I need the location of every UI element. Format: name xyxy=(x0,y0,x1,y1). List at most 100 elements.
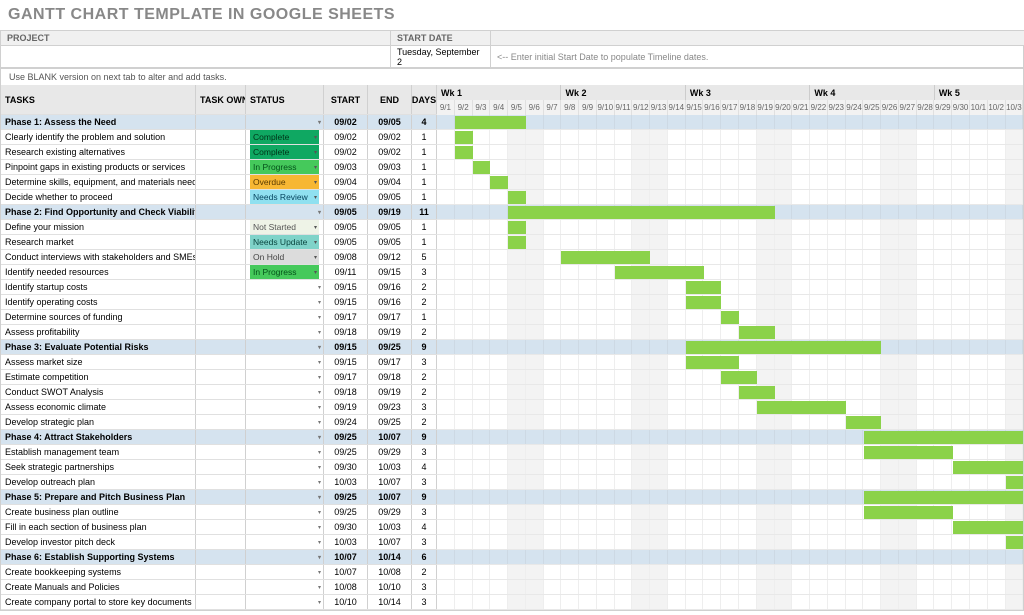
status-cell[interactable] xyxy=(246,580,324,594)
task-row[interactable]: Develop strategic plan09/2409/252 xyxy=(1,415,437,430)
start-cell[interactable]: 10/10 xyxy=(324,595,368,609)
status-cell[interactable]: Needs Update xyxy=(246,235,324,249)
gantt-bar[interactable] xyxy=(864,491,1023,504)
task-name[interactable]: Create business plan outline xyxy=(1,505,196,519)
status-cell[interactable]: In Progress xyxy=(246,160,324,174)
start-cell[interactable]: 09/25 xyxy=(324,505,368,519)
status-cell[interactable]: Complete xyxy=(246,130,324,144)
task-owner-cell[interactable] xyxy=(196,430,246,444)
gantt-bar[interactable] xyxy=(455,116,526,129)
end-cell[interactable]: 10/03 xyxy=(368,520,412,534)
task-name[interactable]: Phase 4: Attract Stakeholders xyxy=(1,430,196,444)
days-cell[interactable]: 2 xyxy=(412,370,437,384)
phase-row[interactable]: Phase 6: Establish Supporting Systems10/… xyxy=(1,550,437,565)
start-cell[interactable]: 09/30 xyxy=(324,460,368,474)
days-cell[interactable]: 4 xyxy=(412,115,437,129)
task-row[interactable]: Establish management team09/2509/293 xyxy=(1,445,437,460)
gantt-bar[interactable] xyxy=(686,281,722,294)
start-cell[interactable]: 09/02 xyxy=(324,130,368,144)
status-cell[interactable] xyxy=(246,385,324,399)
task-name[interactable]: Identify startup costs xyxy=(1,280,196,294)
task-name[interactable]: Conduct SWOT Analysis xyxy=(1,385,196,399)
end-cell[interactable]: 09/16 xyxy=(368,295,412,309)
start-cell[interactable]: 10/07 xyxy=(324,565,368,579)
task-name[interactable]: Estimate competition xyxy=(1,370,196,384)
status-cell[interactable]: Not Started xyxy=(246,220,324,234)
status-cell[interactable]: Needs Review xyxy=(246,190,324,204)
task-row[interactable]: Define your missionNot Started09/0509/05… xyxy=(1,220,437,235)
task-row[interactable]: Create business plan outline09/2509/293 xyxy=(1,505,437,520)
phase-row[interactable]: Phase 2: Find Opportunity and Check Viab… xyxy=(1,205,437,220)
task-owner-cell[interactable] xyxy=(196,385,246,399)
gantt-bar[interactable] xyxy=(721,371,757,384)
task-row[interactable]: Conduct SWOT Analysis09/1809/192 xyxy=(1,385,437,400)
status-cell[interactable]: Overdue xyxy=(246,175,324,189)
status-cell[interactable] xyxy=(246,505,324,519)
end-cell[interactable]: 10/14 xyxy=(368,595,412,609)
task-name[interactable]: Decide whether to proceed xyxy=(1,190,196,204)
status-cell[interactable] xyxy=(246,205,324,219)
task-owner-cell[interactable] xyxy=(196,460,246,474)
task-owner-cell[interactable] xyxy=(196,565,246,579)
status-badge[interactable]: Overdue xyxy=(250,175,319,189)
end-cell[interactable]: 10/07 xyxy=(368,535,412,549)
days-cell[interactable]: 4 xyxy=(412,520,437,534)
status-cell[interactable] xyxy=(246,565,324,579)
status-badge[interactable]: Needs Review xyxy=(250,190,319,204)
start-cell[interactable]: 09/17 xyxy=(324,370,368,384)
task-name[interactable]: Conduct interviews with stakeholders and… xyxy=(1,250,196,264)
status-badge[interactable]: In Progress xyxy=(250,160,319,174)
task-owner-cell[interactable] xyxy=(196,295,246,309)
days-cell[interactable]: 2 xyxy=(412,280,437,294)
start-cell[interactable]: 09/25 xyxy=(324,430,368,444)
task-owner-cell[interactable] xyxy=(196,520,246,534)
task-owner-cell[interactable] xyxy=(196,340,246,354)
start-cell[interactable]: 09/19 xyxy=(324,400,368,414)
start-cell[interactable]: 09/18 xyxy=(324,325,368,339)
task-owner-cell[interactable] xyxy=(196,595,246,609)
gantt-bar[interactable] xyxy=(1006,476,1023,489)
status-cell[interactable] xyxy=(246,355,324,369)
days-cell[interactable]: 3 xyxy=(412,505,437,519)
task-name[interactable]: Develop strategic plan xyxy=(1,415,196,429)
gantt-bar[interactable] xyxy=(686,341,882,354)
task-owner-cell[interactable] xyxy=(196,265,246,279)
days-cell[interactable]: 5 xyxy=(412,250,437,264)
gantt-bar[interactable] xyxy=(508,191,526,204)
gantt-bar[interactable] xyxy=(455,146,473,159)
task-name[interactable]: Create bookkeeping systems xyxy=(1,565,196,579)
start-cell[interactable]: 10/03 xyxy=(324,475,368,489)
start-cell[interactable]: 09/18 xyxy=(324,385,368,399)
end-cell[interactable]: 10/07 xyxy=(368,475,412,489)
phase-row[interactable]: Phase 1: Assess the Need09/0209/054 xyxy=(1,115,437,130)
end-cell[interactable]: 09/12 xyxy=(368,250,412,264)
task-row[interactable]: Develop investor pitch deck10/0310/073 xyxy=(1,535,437,550)
status-cell[interactable] xyxy=(246,550,324,564)
status-badge[interactable]: Not Started xyxy=(250,220,319,234)
days-cell[interactable]: 3 xyxy=(412,475,437,489)
startdate-input[interactable]: Tuesday, September 2 xyxy=(391,46,491,68)
start-cell[interactable]: 09/15 xyxy=(324,295,368,309)
gantt-bar[interactable] xyxy=(561,251,650,264)
start-cell[interactable]: 09/05 xyxy=(324,220,368,234)
status-cell[interactable] xyxy=(246,310,324,324)
end-cell[interactable]: 09/16 xyxy=(368,280,412,294)
task-row[interactable]: Seek strategic partnerships09/3010/034 xyxy=(1,460,437,475)
status-cell[interactable] xyxy=(246,490,324,504)
task-owner-cell[interactable] xyxy=(196,325,246,339)
end-cell[interactable]: 10/07 xyxy=(368,430,412,444)
days-cell[interactable]: 2 xyxy=(412,295,437,309)
gantt-bar[interactable] xyxy=(1006,536,1023,549)
status-cell[interactable] xyxy=(246,430,324,444)
task-row[interactable]: Develop outreach plan10/0310/073 xyxy=(1,475,437,490)
days-cell[interactable]: 6 xyxy=(412,550,437,564)
task-row[interactable]: Identify startup costs09/1509/162 xyxy=(1,280,437,295)
task-name[interactable]: Assess profitability xyxy=(1,325,196,339)
task-owner-cell[interactable] xyxy=(196,130,246,144)
gantt-bar[interactable] xyxy=(508,236,526,249)
task-row[interactable]: Identify needed resourcesIn Progress09/1… xyxy=(1,265,437,280)
task-owner-cell[interactable] xyxy=(196,310,246,324)
start-cell[interactable]: 09/02 xyxy=(324,115,368,129)
days-cell[interactable]: 9 xyxy=(412,340,437,354)
days-cell[interactable]: 1 xyxy=(412,310,437,324)
